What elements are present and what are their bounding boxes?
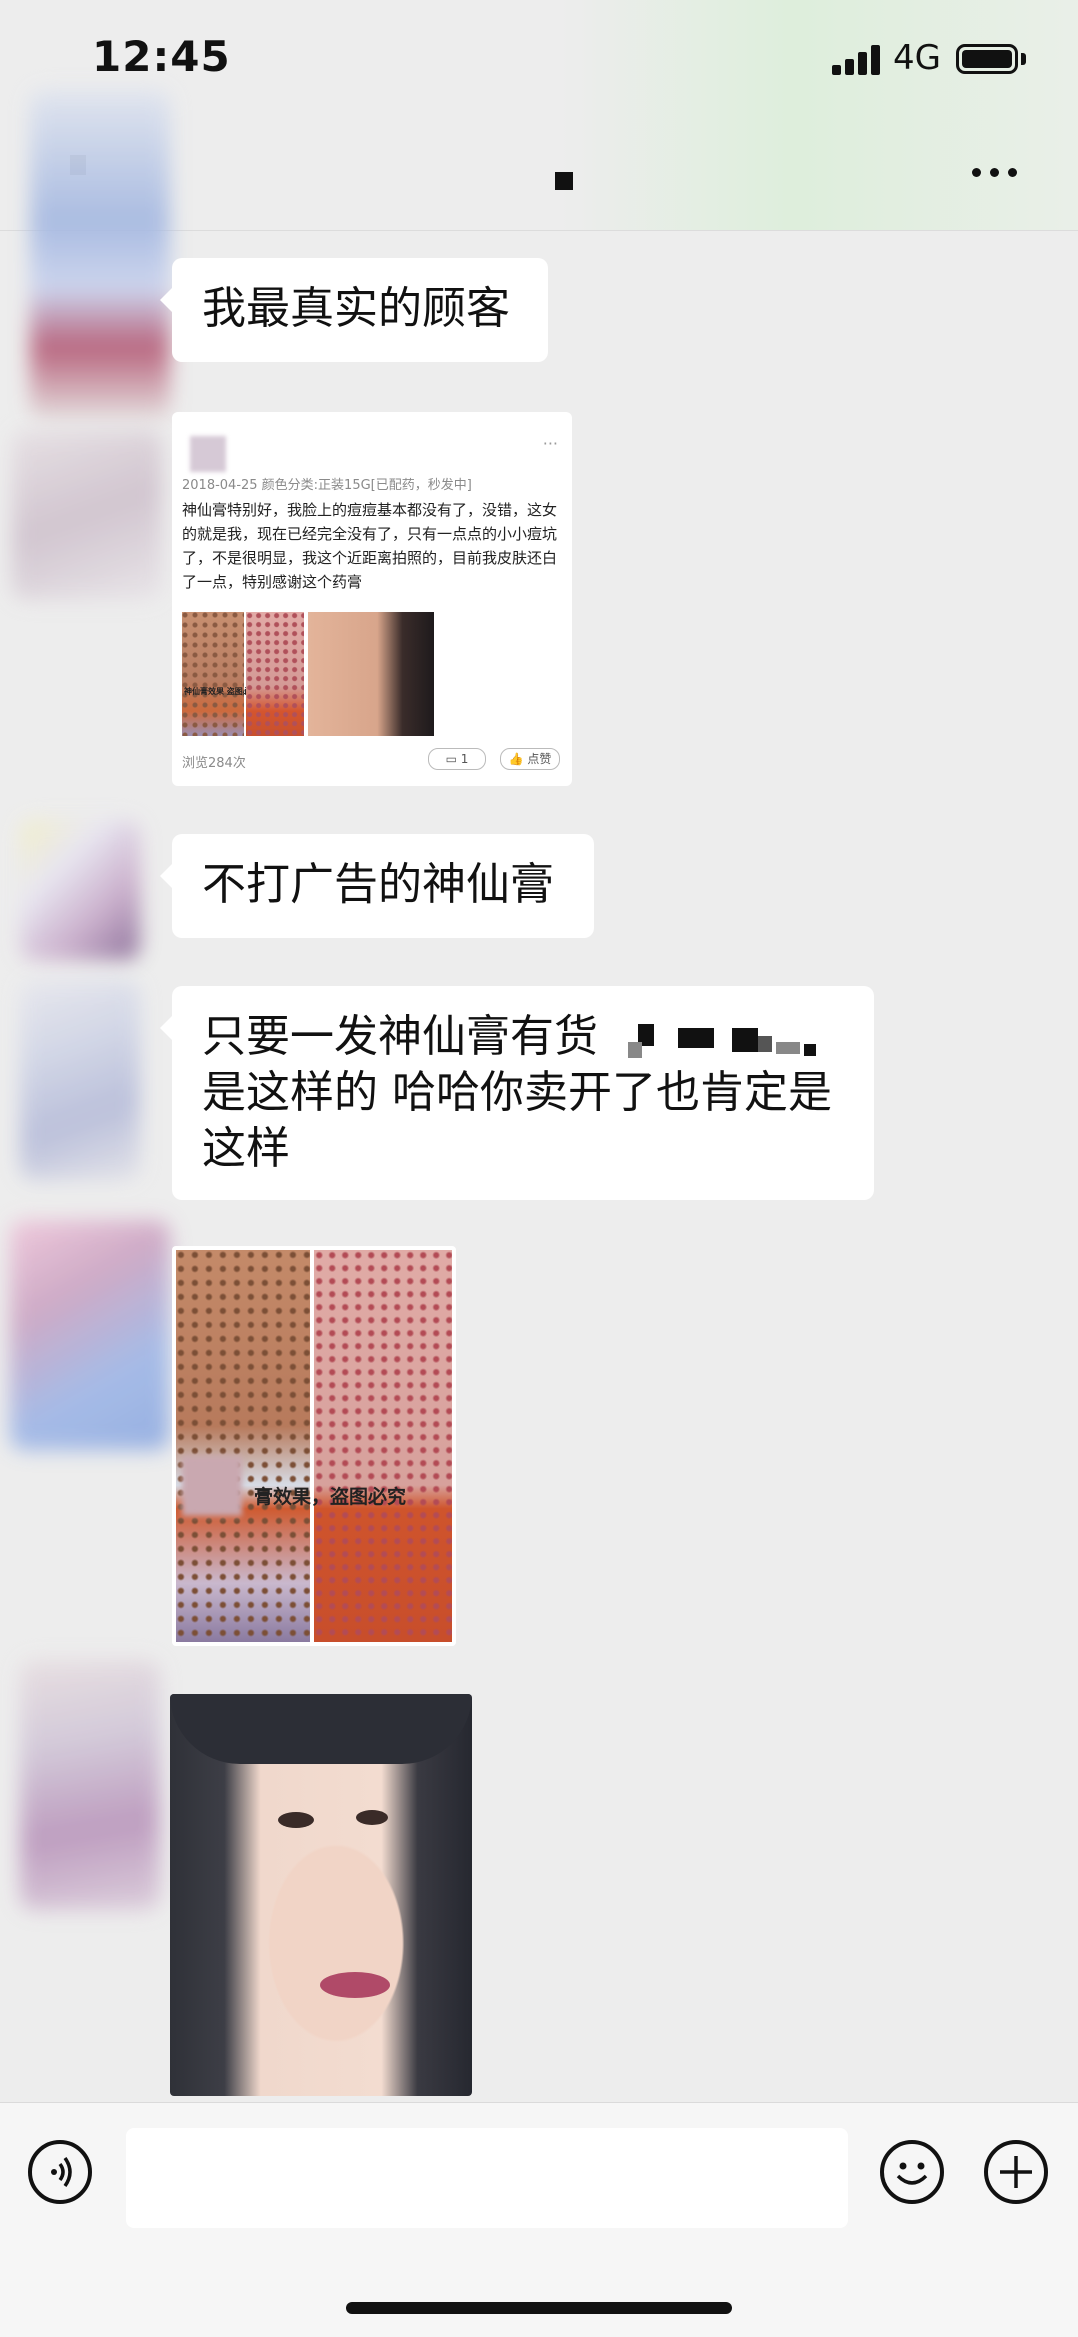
lips-shape xyxy=(320,1972,390,1998)
network-label: 4G xyxy=(893,38,941,78)
signal-icon xyxy=(832,45,882,75)
like-label: 点赞 xyxy=(527,752,552,766)
photo-right-panel xyxy=(314,1250,452,1642)
review-date: 2018-04-25 颜色分类:正装15G[已配药，秒发中] xyxy=(182,478,472,493)
add-button[interactable] xyxy=(984,2140,1048,2204)
message-line: 这样 xyxy=(202,1123,290,1174)
avatar[interactable] xyxy=(10,1220,170,1450)
avatar[interactable] xyxy=(20,820,140,960)
thumbs-up-icon: 👍 xyxy=(508,752,524,766)
message-text: 我最真实的顾客 xyxy=(202,283,510,334)
photo-left-panel xyxy=(176,1250,310,1642)
redacted-text xyxy=(804,1044,816,1056)
review-photo xyxy=(246,612,304,736)
emoji-button[interactable] xyxy=(880,2140,944,2204)
emoji-icon xyxy=(896,2162,928,2185)
message-bubble[interactable]: 不打广告的神仙膏 xyxy=(160,834,594,938)
plus-icon xyxy=(1000,2156,1032,2188)
message-input[interactable] xyxy=(126,2128,848,2228)
redacted-text xyxy=(776,1042,800,1054)
more-icon: ··· xyxy=(542,434,558,453)
voice-button[interactable] xyxy=(28,2140,92,2204)
comment-icon: ▭ xyxy=(445,752,457,766)
review-photo xyxy=(308,612,434,736)
message-bubble[interactable]: 只要一发神仙膏有货 是这样的 哈哈你卖开了也肯定是 这样 xyxy=(160,986,874,1200)
review-views: 浏览284次 xyxy=(182,756,246,771)
redacted-patch xyxy=(182,1456,242,1516)
photo-watermark: 膏效果，盗图必究 xyxy=(254,1486,407,1508)
eye-shape xyxy=(278,1812,314,1828)
reviewer-avatar xyxy=(190,436,226,472)
redacted-text xyxy=(678,1028,714,1048)
hair-shape xyxy=(170,1694,472,1764)
image-message[interactable]: 膏效果，盗图必究 xyxy=(172,1246,456,1646)
avatar[interactable] xyxy=(12,430,162,600)
status-time: 12:45 xyxy=(92,32,231,81)
redacted-text xyxy=(758,1036,772,1052)
avatar[interactable] xyxy=(20,1660,160,1910)
more-icon[interactable] xyxy=(968,160,1022,184)
redacted-text xyxy=(628,1042,642,1058)
home-indicator[interactable] xyxy=(346,2302,732,2314)
like-button: 👍 点赞 xyxy=(500,748,560,770)
battery-cap xyxy=(1021,53,1026,65)
review-body: 神仙膏特别好，我脸上的痘痘基本都没有了，没错，这女的就是我，现在已经完全没有了，… xyxy=(182,501,558,591)
review-photo: 神仙膏效果 盗图必究 xyxy=(182,612,259,736)
message-line: 是这样的 哈哈你卖开了也肯定是 xyxy=(202,1067,832,1118)
avatar[interactable] xyxy=(30,90,170,420)
chat-title-redacted xyxy=(555,172,573,190)
battery-icon xyxy=(956,44,1018,74)
image-message[interactable] xyxy=(170,1694,472,2096)
comment-button: ▭ 1 xyxy=(428,748,486,770)
redacted-text xyxy=(732,1028,758,1052)
message-line: 只要一发神仙膏有货 xyxy=(202,1011,598,1062)
avatar[interactable] xyxy=(20,980,140,1180)
comment-count: 1 xyxy=(460,752,469,766)
header-background xyxy=(560,0,1078,230)
message-bubble[interactable]: 我最真实的顾客 xyxy=(160,258,548,362)
message-text: 不打广告的神仙膏 xyxy=(202,859,554,910)
eye-shape xyxy=(356,1810,388,1825)
voice-icon xyxy=(51,2156,72,2188)
review-screenshot[interactable]: ··· 2018-04-25 颜色分类:正装15G[已配药，秒发中] 神仙膏特别… xyxy=(172,412,572,786)
